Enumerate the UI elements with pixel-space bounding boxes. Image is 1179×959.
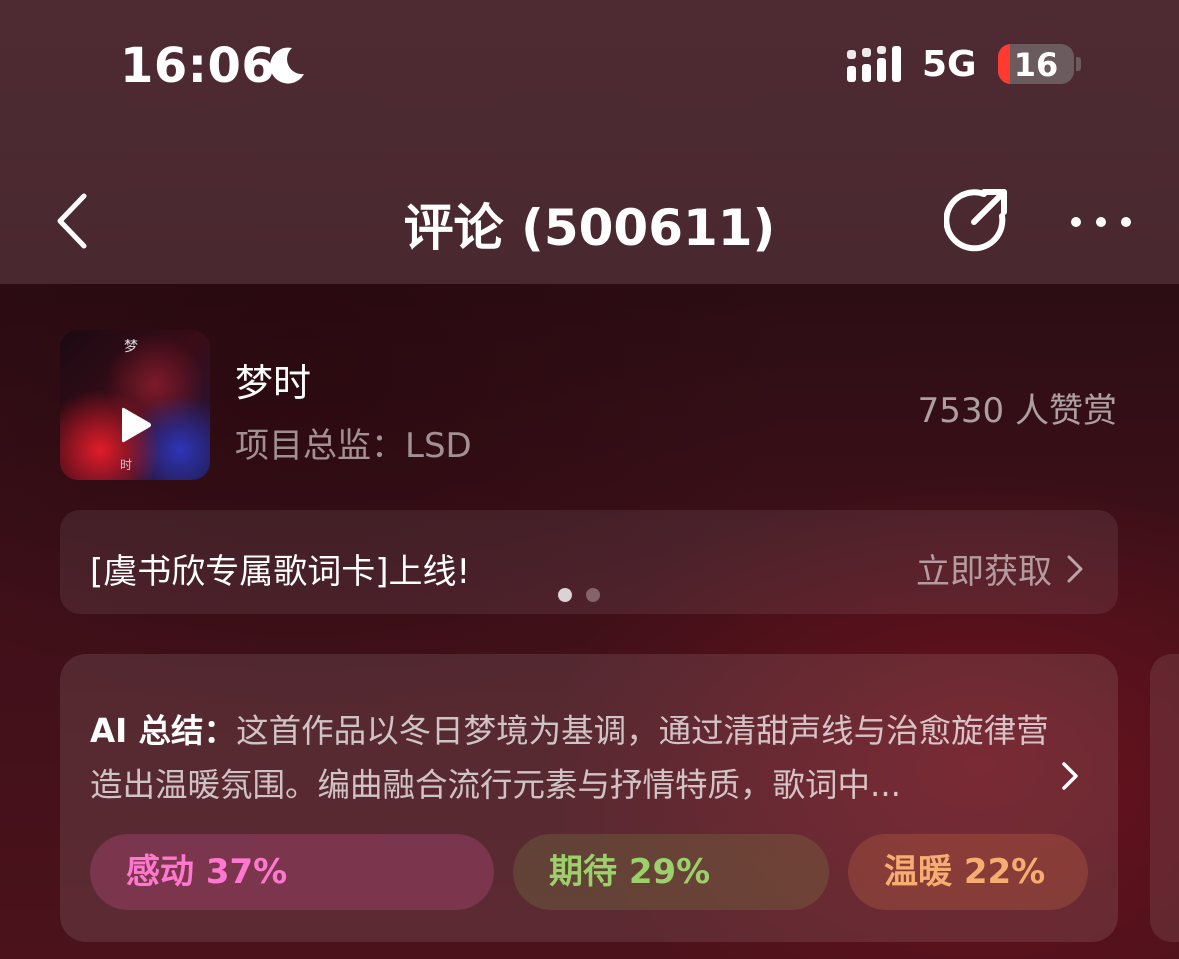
song-title[interactable]: 梦时: [235, 352, 311, 407]
battery-icon: 16: [998, 44, 1074, 84]
play-icon[interactable]: [120, 405, 152, 445]
song-cover[interactable]: 梦 时: [60, 330, 210, 480]
song-subtitle: 项目总监：LSD: [235, 426, 472, 466]
cover-glyph-bottom: 时: [120, 458, 133, 472]
signal-icon: [847, 46, 901, 82]
banner-link-label: 立即获取: [916, 552, 1052, 592]
likes-count[interactable]: 7530 人赞赏: [918, 383, 1117, 432]
moon-icon: [270, 47, 304, 84]
chevron-right-icon[interactable]: [1060, 760, 1080, 792]
next-card-peek[interactable]: [1150, 654, 1179, 942]
cover-glyph-top: 梦: [124, 339, 138, 355]
banner-text: [虞书欣专属歌词卡]上线!: [90, 552, 471, 592]
battery-level: 16: [1013, 46, 1059, 84]
emotion-tag-anticipation[interactable]: 期待 29%: [513, 834, 829, 910]
page-dot: [586, 588, 600, 602]
ai-summary-label: AI 总结：: [90, 712, 237, 750]
status-time: 16:06: [120, 38, 276, 94]
banner-get-link[interactable]: 立即获取: [916, 544, 1084, 593]
promo-banner[interactable]: [虞书欣专属歌词卡]上线! 立即获取: [60, 510, 1118, 614]
ai-summary-text: AI 总结：这首作品以冬日梦境为基调，通过清甜声线与治愈旋律营造出温暖氛围。编曲…: [90, 704, 1050, 812]
network-type: 5G: [922, 44, 977, 85]
battery-tip: [1076, 57, 1081, 71]
more-icon[interactable]: [1068, 210, 1134, 234]
emotion-tag-warm[interactable]: 温暖 22%: [848, 834, 1088, 910]
page-dot-active: [558, 588, 572, 602]
emotion-tag-moved[interactable]: 感动 37%: [90, 834, 494, 910]
ai-summary-card[interactable]: AI 总结：这首作品以冬日梦境为基调，通过清甜声线与治愈旋律营造出温暖氛围。编曲…: [60, 654, 1118, 942]
banner-page-dots: [558, 588, 600, 602]
chevron-right-icon: [1067, 555, 1083, 582]
share-icon[interactable]: [944, 186, 1010, 252]
